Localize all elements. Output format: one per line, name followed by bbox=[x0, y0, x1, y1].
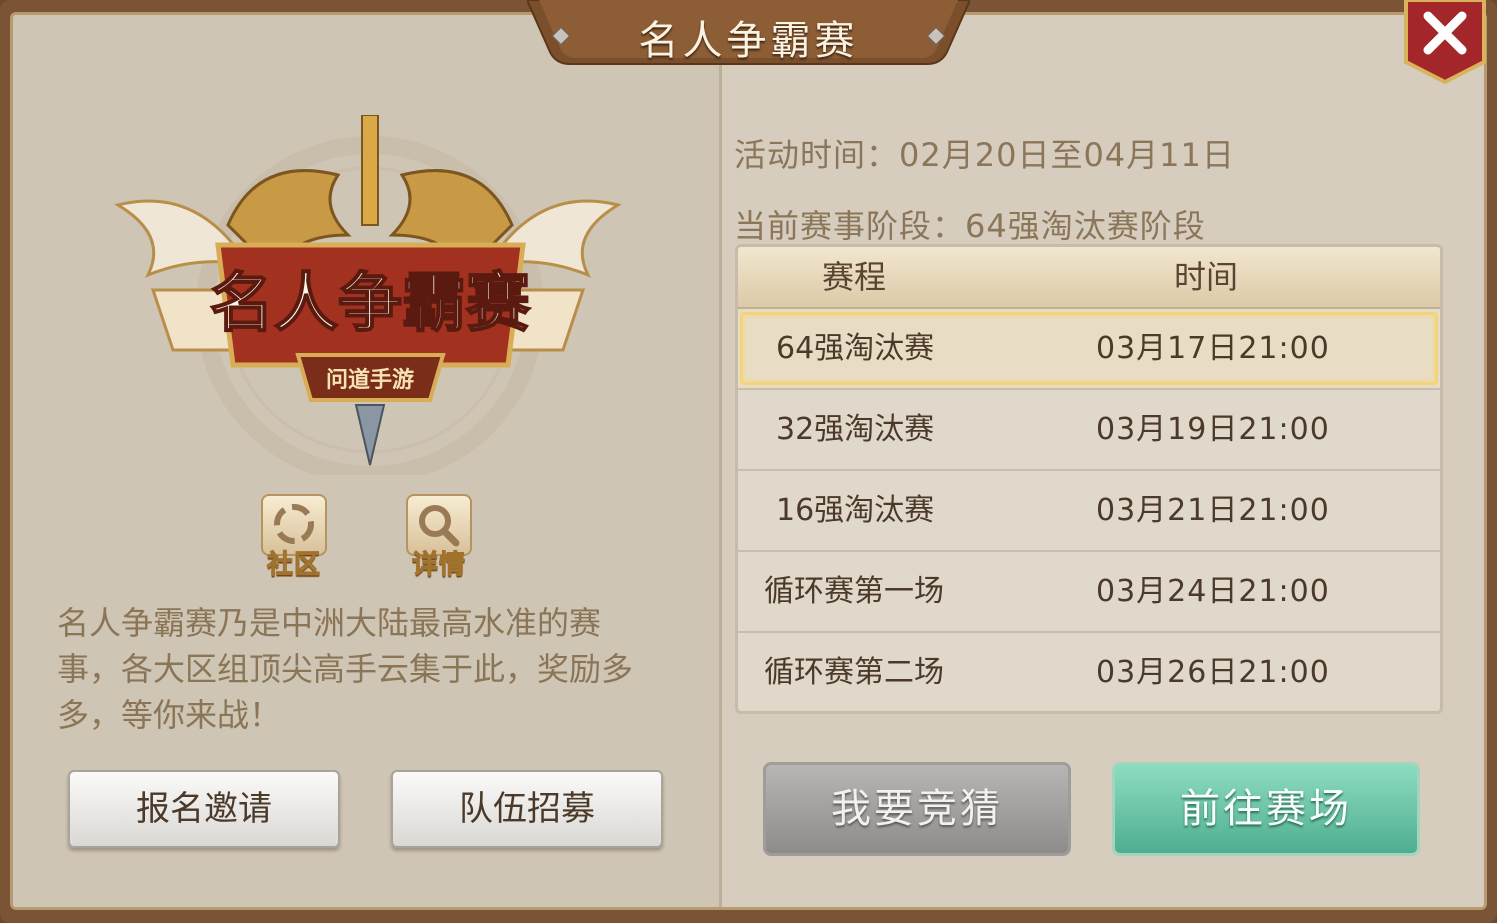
row-stage: 循环赛第一场 bbox=[764, 574, 944, 609]
table-row[interactable]: 循环赛第一场 03月24日21:00 bbox=[738, 552, 1440, 633]
logo-sub-text: 问道手游 bbox=[326, 367, 414, 393]
signup-invite-button[interactable]: 报名邀请 bbox=[68, 770, 340, 848]
row-stage: 循环赛第二场 bbox=[764, 655, 944, 690]
row-time: 03月19日21:00 bbox=[1096, 412, 1330, 447]
row-stage: 16强淘汰赛 bbox=[776, 493, 935, 528]
table-header: 赛程 时间 bbox=[738, 247, 1440, 309]
table-row[interactable]: 循环赛第二场 03月26日21:00 bbox=[738, 633, 1440, 711]
row-time: 03月26日21:00 bbox=[1096, 655, 1330, 690]
schedule-table: 赛程 时间 64强淘汰赛 03月17日21:00 32强淘汰赛 03月19日21… bbox=[735, 244, 1443, 714]
go-to-arena-button[interactable]: 前往赛场 bbox=[1112, 762, 1420, 856]
row-time: 03月24日21:00 bbox=[1096, 574, 1330, 609]
close-button[interactable] bbox=[1400, 0, 1490, 85]
team-recruit-button[interactable]: 队伍招募 bbox=[391, 770, 663, 848]
table-row[interactable]: 16强淘汰赛 03月21日21:00 bbox=[738, 471, 1440, 552]
details-label: 详情 bbox=[411, 550, 466, 581]
community-label: 社区 bbox=[266, 550, 321, 581]
details-button[interactable]: 详情 bbox=[406, 494, 472, 581]
current-stage: 当前赛事阶段：64强淘汰赛阶段 bbox=[734, 207, 1206, 245]
table-row[interactable]: 32强淘汰赛 03月19日21:00 bbox=[738, 390, 1440, 471]
guess-button[interactable]: 我要竞猜 bbox=[763, 762, 1071, 856]
tournament-description: 名人争霸赛乃是中洲大陆最高水准的赛事，各大区组顶尖高手云集于此，奖励多多，等你来… bbox=[57, 604, 634, 734]
row-stage: 64强淘汰赛 bbox=[776, 331, 935, 366]
title-tab: 名人争霸赛 bbox=[527, 0, 970, 66]
window-title: 名人争霸赛 bbox=[638, 18, 859, 64]
row-time: 03月21日21:00 bbox=[1096, 493, 1330, 528]
window-frame: 名人争霸赛 名人争霸赛 问道手游 社区 详情 名人争霸赛乃是中洲大陆最高水准的赛… bbox=[0, 0, 1497, 923]
community-button[interactable]: 社区 bbox=[261, 494, 327, 581]
row-stage: 32强淘汰赛 bbox=[776, 412, 935, 447]
close-icon bbox=[1404, 0, 1486, 85]
logo-main-text: 名人争霸赛 bbox=[210, 266, 531, 341]
activity-time: 活动时间：02月20日至04月11日 bbox=[734, 136, 1235, 174]
table-row[interactable]: 64强淘汰赛 03月17日21:00 bbox=[738, 309, 1440, 390]
row-time: 03月17日21:00 bbox=[1096, 331, 1330, 366]
tournament-emblem-icon: 名人争霸赛 问道手游 bbox=[114, 114, 622, 484]
tournament-logo: 名人争霸赛 问道手游 bbox=[108, 114, 628, 484]
header-stage: 赛程 bbox=[822, 258, 887, 296]
header-time: 时间 bbox=[1174, 258, 1239, 296]
